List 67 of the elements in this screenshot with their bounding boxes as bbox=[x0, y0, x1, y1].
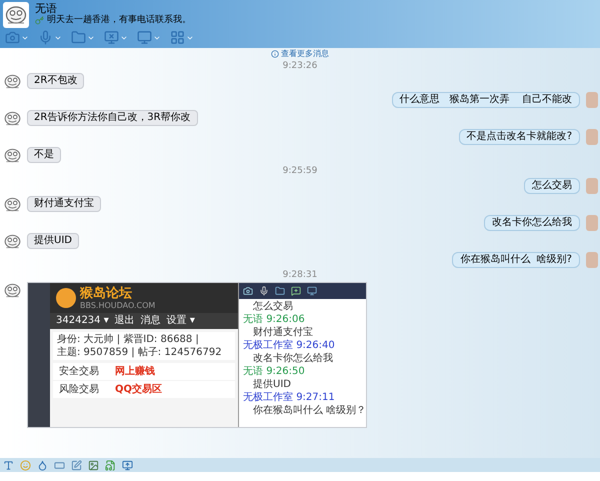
window-icon[interactable] bbox=[54, 460, 65, 470]
image-icon[interactable] bbox=[88, 460, 99, 470]
message-bubble: 不是 bbox=[27, 147, 61, 163]
contact-name: 无语 bbox=[35, 2, 58, 15]
cartoon-face-icon bbox=[4, 282, 21, 299]
avatar-placeholder bbox=[586, 215, 598, 231]
message-bubble: 财付通支付宝 bbox=[27, 196, 101, 212]
chat-line: 你在猴岛叫什么 啥级别？ bbox=[252, 404, 362, 417]
smiley-icon[interactable] bbox=[20, 460, 31, 470]
message-bubble: 你在猴岛叫什么 啥级别? bbox=[452, 252, 580, 268]
more-messages-link[interactable]: 查看更多消息 bbox=[281, 49, 329, 59]
timestamp: 9:25:59 bbox=[282, 166, 318, 176]
chat-line: 财付通支付宝 bbox=[252, 326, 314, 339]
menu-link[interactable]: QQ交易区 bbox=[115, 382, 162, 397]
sender-line: 无语 9:26:06 bbox=[243, 313, 306, 326]
avatar-placeholder bbox=[586, 252, 598, 268]
timestamp: 9:23:26 bbox=[282, 61, 318, 71]
sender-line: 无语 9:26:50 bbox=[243, 365, 306, 378]
mic-icon[interactable] bbox=[259, 286, 269, 296]
message-bubble: 什么意思 猴岛第一次弄 自己不能改 bbox=[392, 92, 580, 108]
screen-icon[interactable] bbox=[104, 30, 119, 45]
monkey-logo-icon bbox=[56, 288, 76, 308]
chat-add-icon[interactable] bbox=[291, 286, 301, 296]
message-bubble: 2R告诉你方法你自己改，3R帮你改 bbox=[27, 110, 198, 126]
folder-icon[interactable] bbox=[275, 286, 285, 296]
apps-grid-icon[interactable] bbox=[170, 30, 185, 45]
key-icon bbox=[35, 16, 44, 25]
status-message: 明天去一趟香港，有事电话联系我。 bbox=[47, 15, 191, 26]
drop-icon[interactable] bbox=[37, 460, 48, 470]
avatar-placeholder bbox=[586, 92, 598, 108]
cartoon-face-icon bbox=[4, 110, 21, 127]
forum-domain: BBS.HOUDAO.COM bbox=[80, 300, 156, 310]
chat-line: 改名卡你怎么给我 bbox=[252, 352, 334, 365]
info-line: 身份: 大元帅 | 紫晋ID: 86688 | bbox=[57, 333, 200, 346]
menu-item[interactable]: 风险交易 bbox=[59, 382, 107, 397]
forum-logo: 猴岛论坛 bbox=[80, 286, 133, 300]
avatar-placeholder bbox=[586, 178, 598, 194]
edit-icon[interactable] bbox=[71, 460, 82, 470]
music-file-icon[interactable] bbox=[105, 460, 116, 470]
sender-line: 无极工作室 9:27:11 bbox=[243, 391, 336, 404]
chat-line: 提供UID bbox=[252, 378, 292, 391]
screen-capture-icon[interactable] bbox=[122, 460, 133, 470]
menu-item[interactable]: 安全交易 bbox=[59, 364, 107, 379]
camera-icon[interactable] bbox=[243, 286, 253, 296]
timestamp: 9:28:31 bbox=[282, 270, 318, 280]
chat-line: 怎么交易 bbox=[252, 300, 294, 313]
font-icon[interactable] bbox=[3, 460, 14, 470]
cartoon-face-icon bbox=[4, 233, 21, 250]
message-bubble: 怎么交易 bbox=[524, 178, 580, 194]
avatar-placeholder bbox=[586, 129, 598, 145]
cartoon-face-icon bbox=[4, 73, 21, 90]
cartoon-face-icon bbox=[4, 196, 21, 213]
message-bubble: 提供UID bbox=[27, 233, 79, 249]
cartoon-face-icon bbox=[4, 147, 21, 164]
info-line: 主题: 9507859 | 帖子: 124576792 bbox=[57, 346, 223, 359]
info-icon bbox=[271, 50, 279, 58]
nav-link[interactable]: 设置 ▾ bbox=[166, 315, 195, 327]
message-bubble: 改名卡你怎么给我 bbox=[484, 215, 580, 231]
message-bubble: 2R不包改 bbox=[27, 73, 84, 89]
nav-link[interactable]: 消息 bbox=[140, 315, 161, 327]
menu-link[interactable]: 网上赚钱 bbox=[115, 364, 155, 379]
webcam-icon[interactable] bbox=[5, 30, 20, 45]
nav-link[interactable]: 退出 bbox=[114, 315, 135, 327]
sender-line: 无极工作室 9:26:40 bbox=[243, 339, 336, 352]
nav-link[interactable]: 3424234 ▾ bbox=[56, 315, 109, 327]
monitor-icon[interactable] bbox=[307, 286, 317, 296]
message-bubble: 不是点击改名卡就能改? bbox=[458, 129, 580, 145]
